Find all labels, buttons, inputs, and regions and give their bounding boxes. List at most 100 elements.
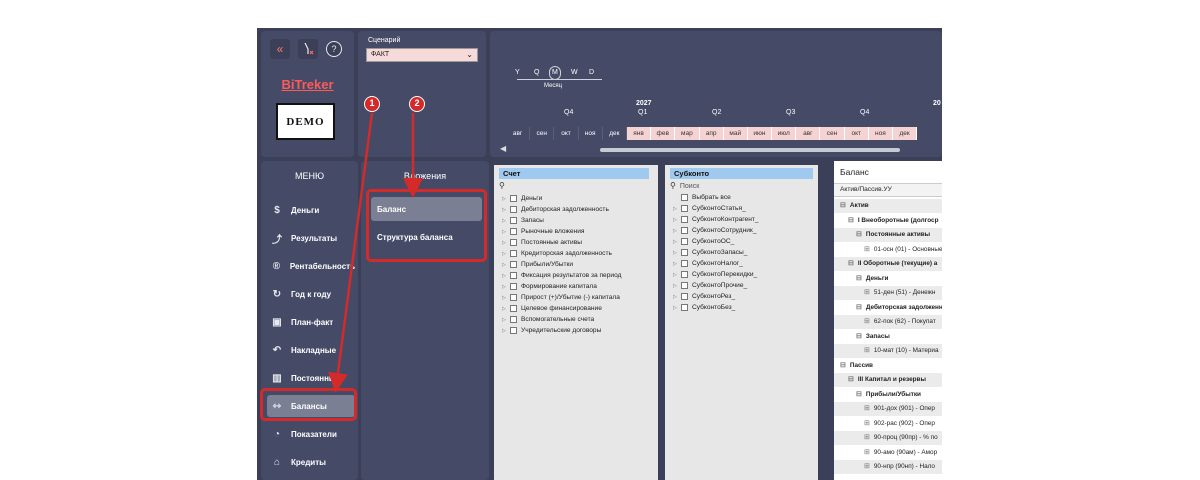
expand-icon[interactable]: ⊞ — [864, 446, 870, 460]
month-cell-selected[interactable]: янв — [626, 127, 652, 140]
menu-item-fixed[interactable]: ▥ Постоянные — [267, 367, 355, 389]
expand-icon[interactable]: ⊞ — [864, 417, 870, 431]
checkbox[interactable] — [681, 282, 688, 289]
expand-icon[interactable]: ▷ — [673, 206, 681, 212]
month-cell[interactable]: авг — [506, 127, 531, 140]
month-cell-selected[interactable]: авг — [796, 127, 821, 140]
balance-row[interactable]: ⊞ 10-мат (10) - Материа — [834, 344, 942, 358]
balance-row[interactable]: ⊞ 90-нпр (90нп) - Нало — [834, 460, 942, 474]
collapse-icon[interactable]: ⊟ — [840, 359, 846, 373]
balance-row[interactable]: ⊞ 62-пок (62) - Покупат — [834, 315, 942, 329]
month-cell-selected[interactable]: фев — [651, 127, 676, 140]
scenario-select[interactable]: ФАКТ ⌄ — [366, 48, 478, 62]
balance-row[interactable]: ⊟ Актив — [834, 199, 942, 213]
checkbox[interactable] — [510, 228, 517, 235]
list-item[interactable]: ▷ СубконтоРез_ — [673, 291, 735, 302]
checkbox[interactable] — [681, 205, 688, 212]
granularity-y[interactable]: Y — [515, 69, 520, 76]
collapse-icon[interactable]: ⊟ — [848, 214, 854, 228]
list-item[interactable]: ▷ СубконтоПрочие_ — [673, 280, 747, 291]
checkbox[interactable] — [510, 316, 517, 323]
granularity-w[interactable]: W — [571, 69, 578, 76]
expand-icon[interactable]: ⊞ — [864, 460, 870, 474]
list-item[interactable]: ▷ СубконтоНалог_ — [673, 258, 743, 269]
expand-icon[interactable]: ▷ — [502, 240, 510, 246]
month-cell[interactable]: дек — [603, 127, 627, 140]
menu-item-profitability[interactable]: ® Рентабельность — [267, 255, 355, 277]
checkbox[interactable] — [510, 305, 517, 312]
list-item[interactable]: ▷ Учредительские договоры — [502, 325, 601, 336]
menu-item-credits[interactable]: ⌂ Кредиты — [267, 451, 355, 473]
expand-icon[interactable]: ▷ — [502, 306, 510, 312]
checkbox[interactable] — [681, 227, 688, 234]
checkbox[interactable] — [510, 250, 517, 257]
balance-row[interactable]: ⊟ III Капитал и резервы — [834, 373, 942, 387]
menu-item-plan-fact[interactable]: ▣ План-факт — [267, 311, 355, 333]
balance-row[interactable]: ⊟ Дебиторская задолженн — [834, 301, 942, 315]
scroll-left-icon[interactable]: ◀ — [500, 144, 506, 153]
checkbox[interactable] — [681, 249, 688, 256]
checkbox[interactable] — [510, 283, 517, 290]
checkbox[interactable] — [681, 293, 688, 300]
list-item[interactable]: ▷ СубконтоПерекидки_ — [673, 269, 757, 280]
menu-item-money[interactable]: $ Деньги — [267, 199, 355, 221]
expand-icon[interactable]: ▷ — [673, 261, 681, 267]
scroll-thumb[interactable] — [600, 148, 900, 152]
balance-row[interactable]: ⊞ 901-дох (901) - Опер — [834, 402, 942, 416]
menu-item-year-over-year[interactable]: ↻ Год к году — [267, 283, 355, 305]
checkbox[interactable] — [681, 260, 688, 267]
checkbox[interactable] — [510, 206, 517, 213]
expand-icon[interactable]: ▷ — [502, 218, 510, 224]
expand-icon[interactable]: ⊞ — [864, 431, 870, 445]
checkbox[interactable] — [510, 272, 517, 279]
list-item[interactable]: ▷ СубконтоСотрудник_ — [673, 225, 757, 236]
collapse-icon[interactable]: ⊟ — [856, 388, 862, 402]
month-cell-selected[interactable]: июл — [772, 127, 797, 140]
menu-item-indicators[interactable]: ◔ Показатели — [267, 423, 355, 445]
balance-row[interactable]: ⊞ 01-осн (01) - Основные — [834, 243, 942, 257]
expand-icon[interactable]: ▷ — [502, 273, 510, 279]
checkbox[interactable] — [681, 271, 688, 278]
expand-icon[interactable]: ⊞ — [864, 315, 870, 329]
checkbox[interactable] — [510, 217, 517, 224]
collapse-icon[interactable]: ⊟ — [856, 330, 862, 344]
filter-clear-icon[interactable] — [298, 39, 318, 59]
menu-item-overheads[interactable]: ↶ Накладные — [267, 339, 355, 361]
list-item[interactable]: ▷ СубконтоСтатья_ — [673, 203, 746, 214]
collapse-icon[interactable]: ⊟ — [856, 272, 862, 286]
balance-row[interactable]: ⊟ Запасы — [834, 330, 890, 344]
checkbox[interactable] — [510, 327, 517, 334]
checkbox[interactable] — [681, 238, 688, 245]
granularity-d[interactable]: D — [589, 69, 594, 76]
select-all-item[interactable]: Выбрать все — [673, 192, 731, 203]
collapse-icon[interactable]: ⊟ — [856, 228, 862, 242]
checkbox[interactable] — [681, 194, 688, 201]
expand-icon[interactable]: ▷ — [673, 228, 681, 234]
expand-icon[interactable]: ⊞ — [864, 402, 870, 416]
expand-icon[interactable]: ⊞ — [864, 344, 870, 358]
collapse-icon[interactable]: ⊟ — [856, 301, 862, 315]
list-item[interactable]: ▷ Дебиторская задолженность — [502, 204, 609, 215]
timeline-scrollbar[interactable]: ◀ — [500, 144, 940, 154]
expand-icon[interactable]: ▷ — [673, 283, 681, 289]
expand-icon[interactable]: ▷ — [673, 250, 681, 256]
expand-icon[interactable]: ⊞ — [864, 286, 870, 300]
list-item[interactable]: ▷ Целевое финансирование — [502, 303, 602, 314]
expand-icon[interactable]: ▷ — [502, 207, 510, 213]
month-cell-selected[interactable]: апр — [699, 127, 724, 140]
balance-row[interactable]: ⊟ Пассив — [834, 359, 873, 373]
submenu-item-balance[interactable]: Баланс — [371, 197, 482, 221]
menu-item-results[interactable]: ⤴ Результаты — [267, 227, 355, 249]
expand-icon[interactable]: ▷ — [502, 317, 510, 323]
collapse-icon[interactable]: « — [270, 39, 290, 59]
checkbox[interactable] — [681, 304, 688, 311]
month-cell[interactable]: сен — [530, 127, 555, 140]
list-item[interactable]: ▷ Кредиторская задолженность — [502, 248, 612, 259]
list-item[interactable]: ▷ СубконтоОС_ — [673, 236, 734, 247]
list-item[interactable]: ▷ СубконтоЗапасы_ — [673, 247, 747, 258]
expand-icon[interactable]: ▷ — [502, 251, 510, 257]
month-cell-selected[interactable]: ноя — [868, 127, 893, 140]
checkbox[interactable] — [510, 195, 517, 202]
expand-icon[interactable]: ▷ — [502, 229, 510, 235]
granularity-q[interactable]: Q — [534, 69, 539, 76]
